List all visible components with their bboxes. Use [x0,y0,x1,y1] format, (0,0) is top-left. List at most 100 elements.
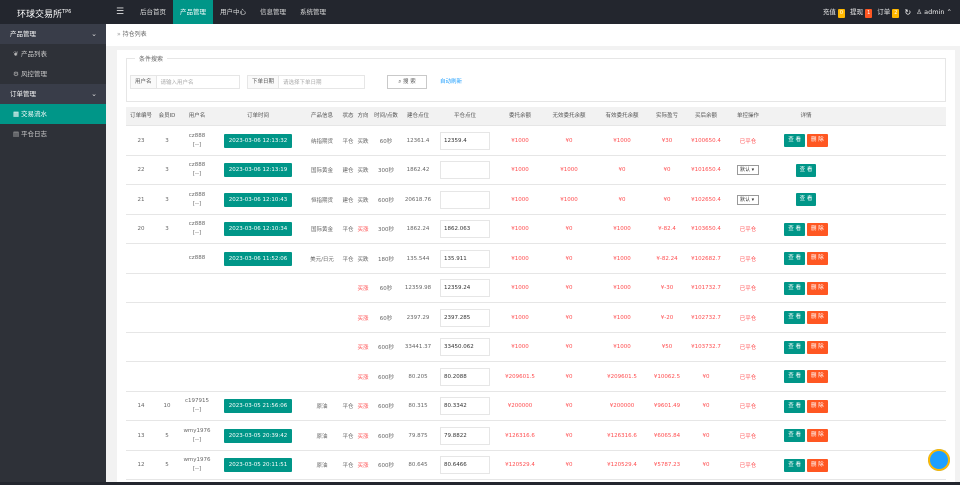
close-price-cell: 135.911 [436,244,494,273]
view-button[interactable]: 查 看 [795,163,817,177]
period-cell: 600秒 [378,374,394,381]
order-id-cell: 20 [137,226,145,232]
header-close-price: 平仓点位 [453,113,476,119]
auto-refresh-link[interactable]: 自动刷新 [440,75,462,89]
user-menu[interactable]: ♙ admin ⌃ [916,8,952,16]
entrust-cell: ¥1000 [511,137,529,144]
table-body: 23 3 cz888 [--] 2023-03-06 12:13:32 纳指期货 平仓 买跌 6… [126,126,946,480]
delete-button[interactable]: 删 除 [807,311,828,324]
delete-button[interactable]: 删 除 [807,399,828,413]
top-nav-item-system[interactable]: 系统管理 [293,0,333,24]
close-price-input[interactable]: 80.6466 [440,456,490,474]
detail-cell: 查 看删 除 [774,303,838,332]
valid-entrust-cell: ¥1000 [613,226,631,232]
delete-button[interactable]: 删 除 [807,370,828,383]
control-select[interactable]: 默认 ▾ [737,194,759,205]
header-valid-entrust: 有效委托余额 [605,113,639,119]
member-id-cell [154,303,180,332]
close-price-input[interactable]: 135.911 [440,249,490,268]
close-price-input[interactable]: 12359.4 [440,131,490,150]
sidebar-group-order[interactable]: 订单管理 ⌄ [0,84,106,104]
view-button[interactable]: 查 看 [784,134,805,147]
direction-cell: 买跌 [357,168,369,174]
close-price-input[interactable]: 33450.062 [440,338,490,356]
open-price-cell: 80.205 [408,373,428,380]
view-button[interactable]: 查 看 [784,252,805,265]
sidebar-item-close-log[interactable]: ▤ 平仓日志 [0,124,106,144]
table-header: 订单编号 会员ID 用户名 订单时间 产品信息 状态 方向 时间/点数 建仓点位 平仓点位 委托余额… [126,107,946,126]
delete-button[interactable]: 删 除 [807,222,828,236]
username-input[interactable]: 请输入用户名 [157,78,194,86]
username-field[interactable]: 用户名 请输入用户名 [130,75,240,89]
view-button[interactable]: 查 看 [784,222,805,236]
direction-cell: 买涨 [357,463,369,469]
delete-button[interactable]: 删 除 [807,340,828,354]
app-logo[interactable]: 环球交易所TP6 [0,0,110,24]
table-row: 12 5 wmy1976 [--] 2023-03-05 20:11:51 原油 平仓 买涨 6… [126,451,946,480]
view-button[interactable]: 查 看 [784,429,805,442]
entrust-cell: ¥1000 [511,314,529,321]
delete-button[interactable]: 删 除 [807,429,828,442]
close-price-input[interactable] [440,190,490,209]
period-cell: 60秒 [379,138,393,145]
top-nav-item-info[interactable]: 信息管理 [253,0,293,24]
float-action-button[interactable] [928,449,950,471]
view-button[interactable]: 查 看 [784,370,805,383]
detail-cell: 查 看删 除 [774,244,838,273]
invalid-entrust-cell: ¥0 [565,226,573,232]
username-cell [183,274,211,303]
delete-button[interactable]: 删 除 [807,252,828,265]
close-price-input[interactable]: 12359.24 [440,279,490,297]
pnl-cell: ¥50 [661,344,673,350]
control-cell: 已平仓 [739,433,757,440]
member-id-cell: 3 [165,167,169,173]
username-cell: cz888 [--] [183,126,211,155]
delete-button[interactable]: 删 除 [807,281,828,295]
date-field[interactable]: 下单日期 请选择下单日期 [247,75,365,89]
sidebar-item-product-list[interactable]: ❦ 产品列表 [0,44,106,64]
close-price-input[interactable]: 80.2088 [440,367,490,386]
view-button[interactable]: 查 看 [784,399,805,413]
control-select[interactable]: 默认 ▾ [737,165,759,175]
close-price-input[interactable]: 79.8822 [440,426,490,445]
username-note: [--] [192,230,202,236]
status-cell [341,333,355,362]
top-nav-item-home[interactable]: 后台首页 [133,0,173,24]
date-input[interactable]: 请选择下单日期 [279,78,322,86]
close-price-input[interactable]: 1862.063 [440,220,490,238]
chevron-up-icon: ⌃ [946,8,952,16]
open-price-cell: 1862.42 [406,167,430,173]
member-id-cell: 5 [165,462,169,468]
view-button[interactable]: 查 看 [784,340,805,354]
top-nav-item-user[interactable]: 用户中心 [213,0,253,24]
recharge-link[interactable]: 充值 0 [823,6,846,18]
sidebar: 产品管理 ⌄ ❦ 产品列表 ⚙ 风控管理 订单管理 ⌄ ▦ 交易流水 ▤ 平仓日志 [0,24,106,485]
order-id-cell: 23 [137,137,145,144]
menu-toggle-icon[interactable]: ☰ [113,0,127,24]
header-member-id: 会员ID [158,113,176,119]
close-price-input[interactable]: 2397.285 [440,308,490,327]
view-button[interactable]: 查 看 [784,311,805,324]
period-cell: 60秒 [379,286,393,292]
sidebar-item-risk[interactable]: ⚙ 风控管理 [0,64,106,84]
order-time-cell: 2023-03-06 12:10:43 [216,185,300,214]
withdraw-link[interactable]: 提现 1 [850,6,873,18]
delete-button[interactable]: 删 除 [807,134,828,147]
refresh-icon[interactable]: ↻ [904,8,911,17]
sidebar-item-trade-flow[interactable]: ▦ 交易流水 [0,104,106,124]
close-price-input[interactable]: 80.3342 [440,397,490,415]
close-price-input[interactable] [440,161,490,179]
view-button[interactable]: 查 看 [784,281,805,295]
search-button[interactable]: ⌕ 搜 索 [387,75,427,89]
view-button[interactable]: 查 看 [795,193,817,206]
top-bar: 环球交易所TP6 ☰ 后台首页 产品管理 用户中心 信息管理 系统管理 充值 0 … [0,0,960,24]
order-link[interactable]: 订单 2 [877,6,900,18]
top-nav-item-product[interactable]: 产品管理 [173,0,213,24]
valid-entrust-cell: ¥126316.6 [607,432,637,439]
header-direction: 方向 [357,113,369,119]
view-button[interactable]: 查 看 [784,458,805,472]
sidebar-group-product[interactable]: 产品管理 ⌄ [0,24,106,44]
product-cell [304,362,340,391]
after-balance-cell: ¥100650.4 [691,137,721,144]
delete-button[interactable]: 删 除 [807,458,828,472]
